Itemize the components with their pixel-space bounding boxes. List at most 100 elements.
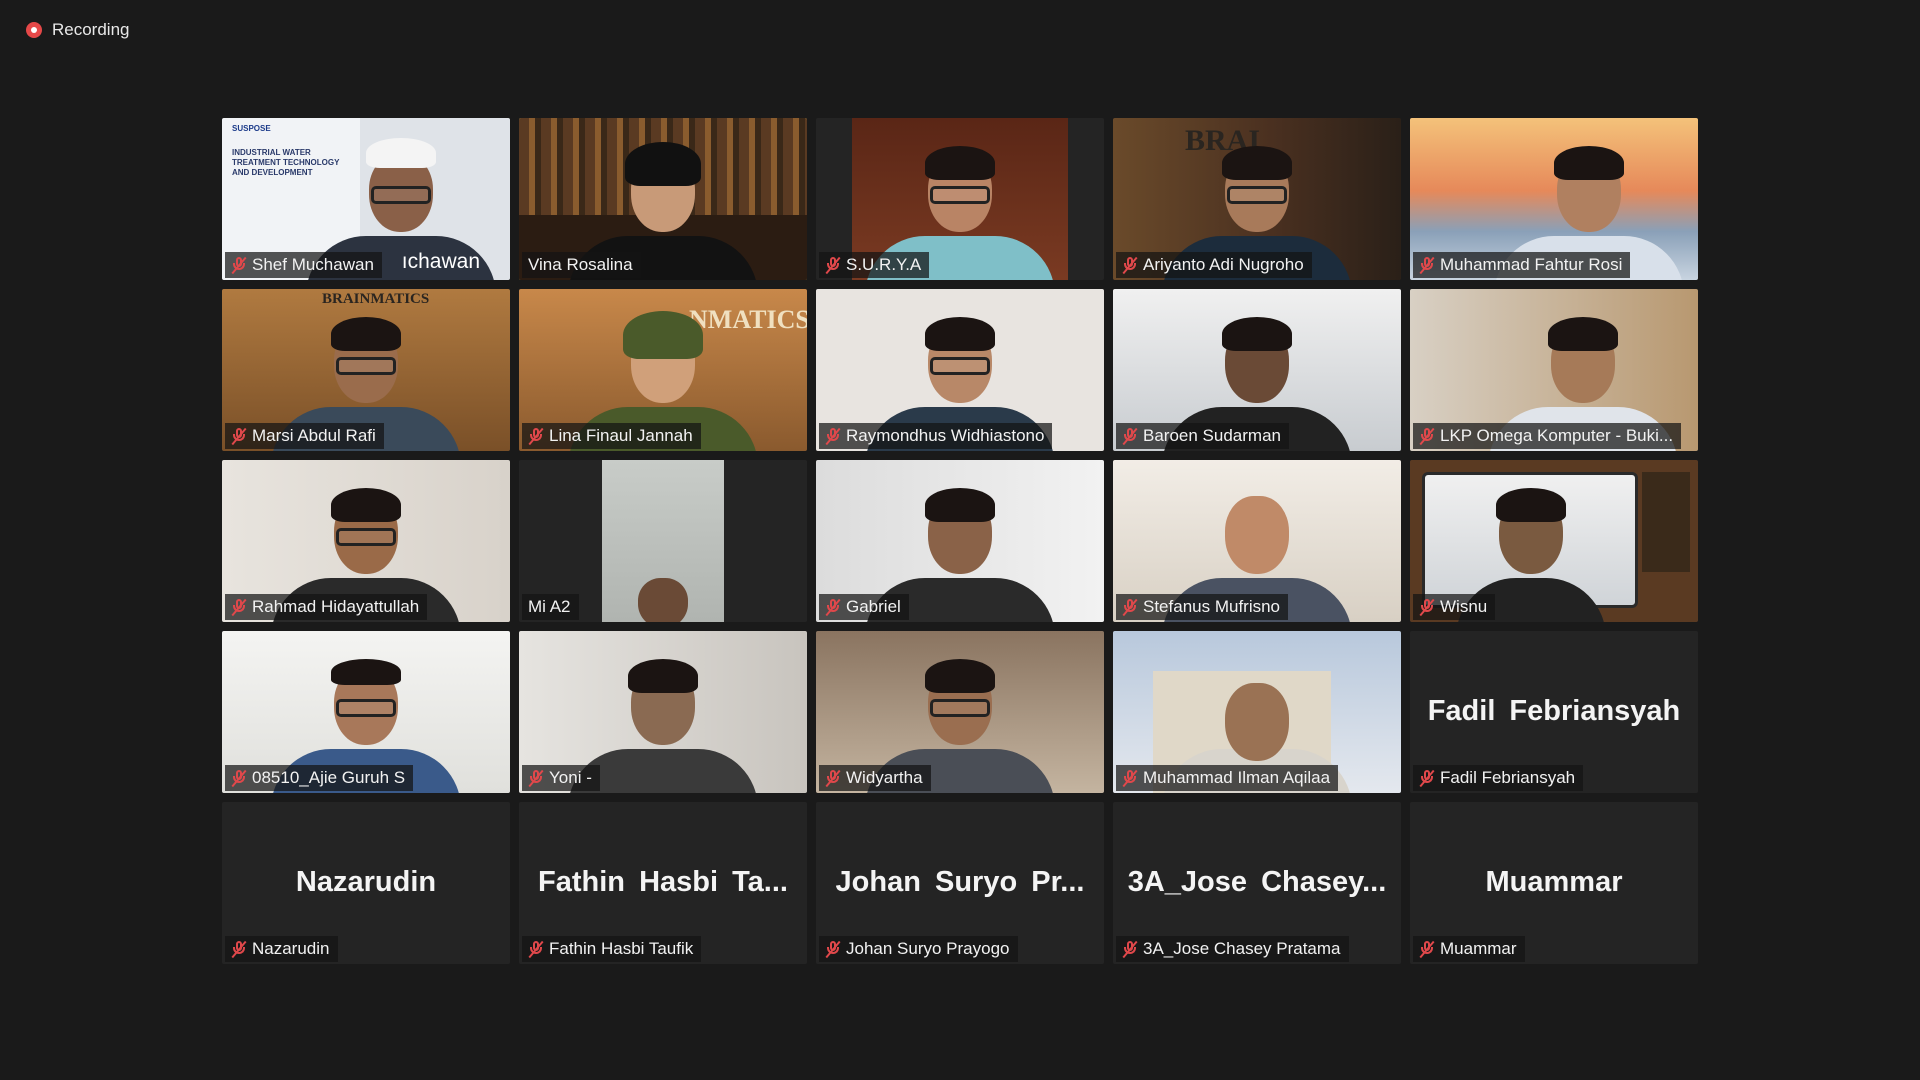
participant-tile[interactable]: Raymondhus Widhiastono [816, 289, 1104, 451]
participant-tile[interactable]: Johan Suryo Pr... Johan Suryo Prayogo [816, 802, 1104, 964]
participant-tile[interactable]: S.U.R.Y.A [816, 118, 1104, 280]
participant-name: Muhammad Fahtur Rosi [1440, 255, 1623, 274]
participant-nameplate: Muhammad Ilman Aqilaa [1116, 765, 1339, 791]
participant-nameplate: Fadil Febriansyah [1413, 765, 1584, 791]
participant-name: Lina Finaul Jannah [549, 426, 693, 445]
participant-nameplate: 3A_Jose Chasey Pratama [1116, 936, 1349, 962]
participant-nameplate: Stefanus Mufrisno [1116, 594, 1289, 620]
mic-muted-icon [1419, 769, 1435, 788]
participant-tile[interactable]: Baroen Sudarman [1113, 289, 1401, 451]
participant-name: Nazarudin [252, 939, 330, 958]
participant-nameplate: Johan Suryo Prayogo [819, 936, 1018, 962]
mic-muted-icon [1122, 598, 1138, 617]
participant-display-name: Fadil Febriansyah [1427, 695, 1681, 727]
participant-tile[interactable]: Muhammad Fahtur Rosi [1410, 118, 1698, 280]
mic-muted-icon [1419, 598, 1435, 617]
participant-name: LKP Omega Komputer - Buki... [1440, 426, 1674, 445]
participant-name: Ariyanto Adi Nugroho [1143, 255, 1304, 274]
participant-nameplate: Fathin Hasbi Taufik [522, 936, 702, 962]
participant-nameplate: LKP Omega Komputer - Buki... [1413, 423, 1682, 449]
participant-name: Widyartha [846, 768, 923, 787]
video-overlay-text: ıchawan [401, 250, 480, 273]
participant-name: Rahmad Hidayattullah [252, 597, 420, 616]
participant-name: Fadil Febriansyah [1440, 768, 1576, 787]
mic-muted-icon [231, 940, 247, 959]
participant-tile[interactable]: SUSPOSE INDUSTRIAL WATER TREATMENT TECHN… [222, 118, 510, 280]
mic-muted-icon [231, 256, 247, 275]
participant-nameplate: Widyartha [819, 765, 931, 791]
participant-display-name: 3A_Jose Chasey... [1127, 866, 1387, 898]
slide-logo: SUSPOSE [232, 124, 271, 133]
participant-name: Baroen Sudarman [1143, 426, 1281, 445]
participant-name: Gabriel [846, 597, 901, 616]
mic-muted-icon [1122, 940, 1138, 959]
participant-tile[interactable]: Muhammad Ilman Aqilaa [1113, 631, 1401, 793]
participant-nameplate: Gabriel [819, 594, 909, 620]
participant-name: Muammar [1440, 939, 1517, 958]
participant-name: Mi A2 [528, 597, 571, 616]
participant-display-name: Fathin Hasbi Ta... [538, 866, 788, 898]
mic-muted-icon [231, 769, 247, 788]
participant-name: Wisnu [1440, 597, 1488, 616]
recording-label: Recording [52, 20, 130, 39]
mic-muted-icon [1419, 427, 1435, 446]
participant-tile[interactable]: Nazarudin Nazarudin [222, 802, 510, 964]
participant-tile[interactable]: Widyartha [816, 631, 1104, 793]
participant-name: Vina Rosalina [528, 255, 633, 274]
participant-nameplate: Lina Finaul Jannah [522, 423, 701, 449]
wall-sign: BRAINMATICS [322, 291, 430, 307]
mic-muted-icon [825, 769, 841, 788]
participant-tile[interactable]: Mi A2 [519, 460, 807, 622]
participant-display-name: Muammar [1485, 866, 1623, 898]
participant-nameplate: Wisnu [1413, 594, 1496, 620]
participant-nameplate: Nazarudin [225, 936, 338, 962]
slide-text: INDUSTRIAL WATER TREATMENT TECHNOLOGY AN… [232, 148, 340, 177]
participant-tile[interactable]: Yoni - [519, 631, 807, 793]
participant-nameplate: Shef Muchawan [225, 252, 382, 278]
mic-muted-icon [825, 256, 841, 275]
mic-muted-icon [1122, 256, 1138, 275]
participant-tile-active-speaker[interactable]: Vina Rosalina [519, 118, 807, 280]
participant-tile[interactable]: Stefanus Mufrisno [1113, 460, 1401, 622]
wall-sign: NMATICS [689, 305, 807, 334]
participant-tile[interactable]: BRAI Ariyanto Adi Nugroho [1113, 118, 1401, 280]
mic-muted-icon [825, 427, 841, 446]
mic-muted-icon [231, 427, 247, 446]
participant-tile[interactable]: BRAINMATICS Marsi Abdul Rafi [222, 289, 510, 451]
participant-tile[interactable]: LKP Omega Komputer - Buki... [1410, 289, 1698, 451]
participant-nameplate: Yoni - [522, 765, 600, 791]
participant-gallery: SUSPOSE INDUSTRIAL WATER TREATMENT TECHN… [222, 118, 1698, 964]
participant-nameplate: Raymondhus Widhiastono [819, 423, 1053, 449]
mic-muted-icon [1419, 256, 1435, 275]
participant-nameplate: Baroen Sudarman [1116, 423, 1289, 449]
participant-name: 08510_Ajie Guruh S [252, 768, 406, 787]
participant-tile[interactable]: Gabriel [816, 460, 1104, 622]
mic-muted-icon [1122, 769, 1138, 788]
participant-nameplate: S.U.R.Y.A [819, 252, 930, 278]
participant-name: Johan Suryo Prayogo [846, 939, 1010, 958]
participant-nameplate: Muhammad Fahtur Rosi [1413, 252, 1631, 278]
participant-name: Fathin Hasbi Taufik [549, 939, 694, 958]
mic-muted-icon [1419, 940, 1435, 959]
recording-indicator[interactable]: Recording [18, 16, 138, 44]
participant-name: Muhammad Ilman Aqilaa [1143, 768, 1331, 787]
participant-name: Marsi Abdul Rafi [252, 426, 376, 445]
mic-muted-icon [231, 598, 247, 617]
participant-tile[interactable]: Fadil Febriansyah Fadil Febriansyah [1410, 631, 1698, 793]
participant-tile[interactable]: 3A_Jose Chasey... 3A_Jose Chasey Pratama [1113, 802, 1401, 964]
participant-name: Raymondhus Widhiastono [846, 426, 1045, 445]
participant-tile[interactable]: Muammar Muammar [1410, 802, 1698, 964]
participant-tile[interactable]: 08510_Ajie Guruh S [222, 631, 510, 793]
participant-nameplate: Marsi Abdul Rafi [225, 423, 384, 449]
recording-icon [26, 22, 42, 38]
mic-muted-icon [1122, 427, 1138, 446]
participant-name: Yoni - [549, 768, 592, 787]
participant-nameplate: 08510_Ajie Guruh S [225, 765, 414, 791]
mic-muted-icon [528, 769, 544, 788]
participant-tile[interactable]: Wisnu [1410, 460, 1698, 622]
participant-tile[interactable]: NMATICS Lina Finaul Jannah [519, 289, 807, 451]
participant-tile[interactable]: Rahmad Hidayattullah [222, 460, 510, 622]
participant-nameplate: Ariyanto Adi Nugroho [1116, 252, 1312, 278]
participant-display-name: Nazarudin [295, 866, 437, 898]
participant-tile[interactable]: Fathin Hasbi Ta... Fathin Hasbi Taufik [519, 802, 807, 964]
